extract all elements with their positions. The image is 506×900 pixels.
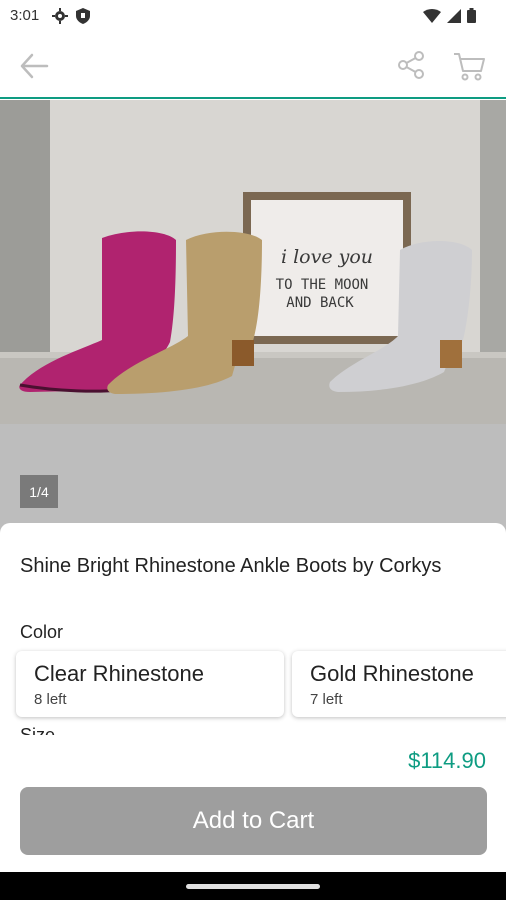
page-indicator: 1/4 bbox=[20, 475, 58, 508]
battery-icon bbox=[467, 8, 476, 28]
back-button[interactable] bbox=[18, 52, 50, 80]
size-label: Size bbox=[20, 725, 56, 735]
share-icon bbox=[398, 51, 424, 79]
product-details-sheet: Shine Bright Rhinestone Ankle Boots by C… bbox=[0, 523, 506, 735]
cart-icon bbox=[454, 53, 485, 81]
sign-text-line3: AND BACK bbox=[286, 295, 354, 311]
app-bar bbox=[0, 32, 506, 99]
shield-icon bbox=[76, 8, 90, 29]
status-right-icons bbox=[423, 8, 476, 28]
status-time: 3:01 bbox=[10, 7, 40, 24]
color-option-clear-rhinestone[interactable]: Clear Rhinestone 8 left bbox=[16, 651, 284, 717]
color-options: Clear Rhinestone 8 left Gold Rhinestone … bbox=[16, 651, 506, 717]
product-image-gallery[interactable]: i love you TO THE MOON AND BACK 1/4 bbox=[0, 100, 506, 535]
cart-button[interactable] bbox=[452, 50, 486, 82]
color-option-gold-rhinestone[interactable]: Gold Rhinestone 7 left bbox=[292, 651, 506, 717]
home-gesture-handle[interactable] bbox=[186, 884, 320, 889]
price: $114.90 bbox=[408, 748, 486, 773]
system-nav-bar bbox=[0, 872, 506, 900]
gear-icon bbox=[52, 8, 68, 29]
add-to-cart-button[interactable]: Add to Cart bbox=[20, 787, 487, 855]
product-photo: i love you TO THE MOON AND BACK bbox=[0, 100, 506, 424]
share-button[interactable] bbox=[396, 50, 426, 80]
color-option-name: Clear Rhinestone bbox=[34, 661, 204, 686]
color-label: Color bbox=[20, 622, 64, 642]
cellular-signal-icon bbox=[447, 8, 461, 28]
color-option-name: Gold Rhinestone bbox=[310, 661, 474, 686]
status-bar: 3:01 bbox=[0, 0, 506, 32]
purchase-bar: $114.90 Add to Cart bbox=[0, 735, 506, 872]
product-title: Shine Bright Rhinestone Ankle Boots by C… bbox=[20, 555, 442, 577]
sign-text-line2: TO THE MOON bbox=[276, 277, 369, 293]
back-arrow-icon bbox=[20, 53, 49, 79]
wifi-icon bbox=[423, 8, 441, 28]
sign-text-line1: i love you bbox=[281, 246, 373, 268]
status-left-icons bbox=[52, 8, 90, 29]
color-option-stock: 7 left bbox=[310, 691, 343, 708]
color-option-stock: 8 left bbox=[34, 691, 67, 708]
